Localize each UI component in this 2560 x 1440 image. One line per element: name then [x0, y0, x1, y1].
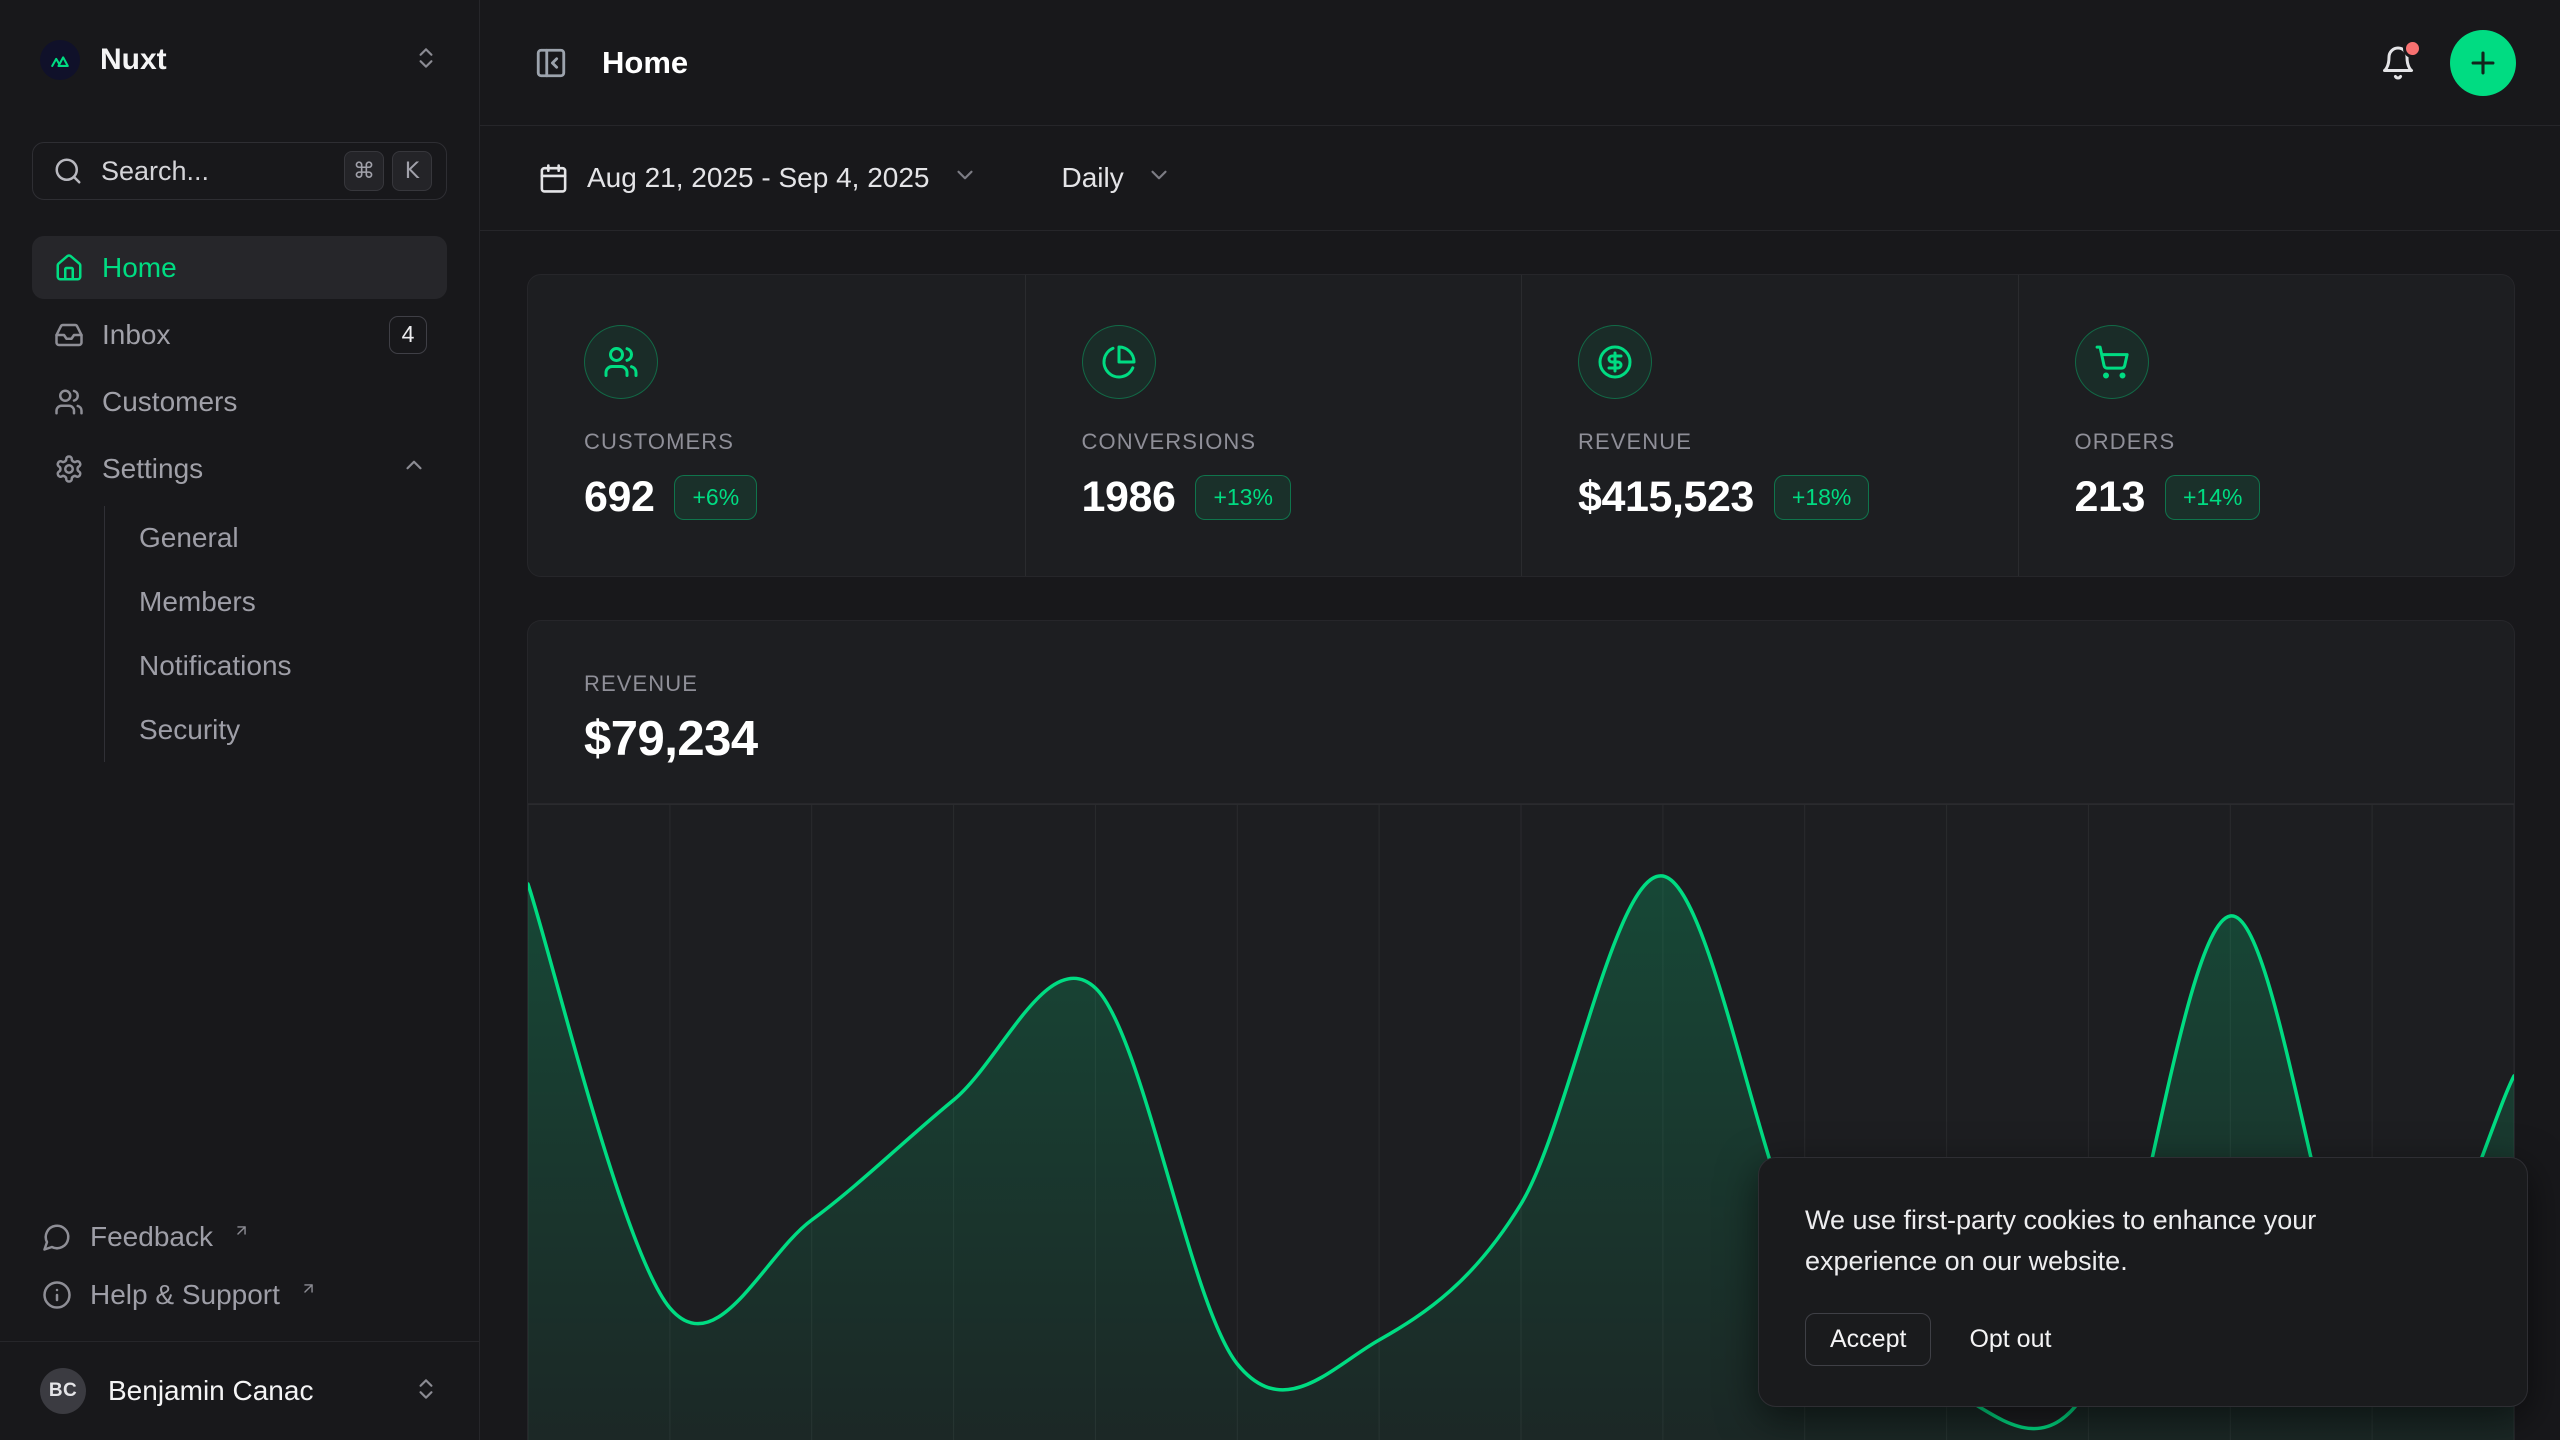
stat-value: 213 — [2075, 473, 2145, 522]
search-placeholder: Search... — [101, 156, 326, 187]
stat-delta-badge: +18% — [1774, 475, 1869, 520]
search-input[interactable]: Search... ⌘K — [32, 142, 447, 200]
chevron-down-icon — [952, 162, 978, 195]
subnav-label: Members — [139, 586, 256, 618]
optout-cookies-button[interactable]: Opt out — [1965, 1314, 2055, 1365]
stats-row: CUSTOMERS 692 +6% CONVERSIONS 1986 +13% — [527, 274, 2515, 577]
kbd-k: K — [392, 151, 432, 191]
sidebar: Nuxt Search... ⌘K Home — [0, 0, 480, 1440]
granularity-value: Daily — [1062, 162, 1124, 194]
cookie-banner: We use first-party cookies to enhance yo… — [1758, 1157, 2528, 1407]
subnav-label: Security — [139, 714, 240, 746]
stat-value: $415,523 — [1578, 473, 1754, 522]
avatar: BC — [40, 1368, 86, 1414]
sidebar-item-general[interactable]: General — [105, 506, 415, 570]
date-range-value: Aug 21, 2025 - Sep 4, 2025 — [587, 162, 930, 194]
revenue-card-value: $79,234 — [584, 711, 2458, 767]
sidebar-item-customers[interactable]: Customers — [32, 370, 447, 433]
sidebar-footer: Feedback Help & Support — [32, 1211, 447, 1321]
filters-toolbar: Aug 21, 2025 - Sep 4, 2025 Daily — [480, 126, 2560, 231]
collapse-sidebar-button[interactable] — [526, 38, 576, 88]
sidebar-item-help-support[interactable]: Help & Support — [32, 1269, 447, 1321]
nuxt-logo-icon — [40, 40, 80, 80]
stat-label: CONVERSIONS — [1082, 429, 1492, 455]
sidebar-item-inbox[interactable]: Inbox 4 — [32, 303, 447, 366]
settings-subnav: General Members Notifications Security — [104, 506, 415, 762]
chevrons-up-down-icon — [413, 45, 439, 76]
footer-link-label: Help & Support — [90, 1279, 280, 1311]
chevron-up-icon — [401, 452, 427, 485]
stat-card-customers: CUSTOMERS 692 +6% — [528, 275, 1025, 576]
search-icon — [53, 156, 83, 186]
workspace-switcher[interactable]: Nuxt — [32, 24, 447, 96]
page-header: Home — [480, 0, 2560, 126]
chevron-down-icon — [1146, 162, 1172, 195]
external-link-icon — [300, 1272, 317, 1304]
inbox-count-badge: 4 — [389, 316, 427, 354]
stat-label: CUSTOMERS — [584, 429, 995, 455]
add-button[interactable] — [2450, 30, 2516, 96]
workspace-name: Nuxt — [100, 43, 393, 77]
sidebar-item-home[interactable]: Home — [32, 236, 447, 299]
sidebar-item-notifications[interactable]: Notifications — [105, 634, 415, 698]
granularity-select[interactable]: Daily — [1050, 152, 1184, 205]
calendar-icon — [538, 163, 569, 194]
gear-icon — [54, 454, 84, 484]
stat-value: 1986 — [1082, 473, 1176, 522]
sidebar-item-label: Home — [102, 252, 427, 284]
stat-delta-badge: +13% — [1195, 475, 1290, 520]
revenue-card-label: REVENUE — [584, 671, 2458, 697]
user-name: Benjamin Canac — [108, 1375, 391, 1407]
user-menu[interactable]: BC Benjamin Canac — [0, 1342, 479, 1440]
message-circle-icon — [42, 1222, 72, 1252]
sidebar-item-label: Customers — [102, 386, 427, 418]
dashboard-app: Nuxt Search... ⌘K Home — [0, 0, 2560, 1440]
stat-card-conversions: CONVERSIONS 1986 +13% — [1025, 275, 1522, 576]
home-icon — [54, 253, 84, 283]
stat-label: ORDERS — [2075, 429, 2485, 455]
pie-chart-icon — [1082, 325, 1156, 399]
dollar-circle-icon — [1578, 325, 1652, 399]
external-link-icon — [233, 1214, 250, 1246]
stat-card-orders: ORDERS 213 +14% — [2018, 275, 2515, 576]
sidebar-nav: Home Inbox 4 Customers Settings — [32, 236, 447, 762]
notifications-button[interactable] — [2374, 39, 2422, 87]
subnav-label: Notifications — [139, 650, 292, 682]
sidebar-item-members[interactable]: Members — [105, 570, 415, 634]
page-title: Home — [602, 45, 688, 81]
info-circle-icon — [42, 1280, 72, 1310]
inbox-icon — [54, 320, 84, 350]
chevrons-up-down-icon — [413, 1376, 439, 1407]
stat-value: 692 — [584, 473, 654, 522]
sidebar-item-label: Settings — [102, 453, 383, 485]
sidebar-item-security[interactable]: Security — [105, 698, 415, 762]
sidebar-item-feedback[interactable]: Feedback — [32, 1211, 447, 1263]
stat-card-revenue: REVENUE $415,523 +18% — [1521, 275, 2018, 576]
date-range-picker[interactable]: Aug 21, 2025 - Sep 4, 2025 — [526, 152, 990, 205]
footer-link-label: Feedback — [90, 1221, 213, 1253]
cookie-message: We use first-party cookies to enhance yo… — [1805, 1200, 2445, 1281]
sidebar-item-label: Inbox — [102, 319, 371, 351]
stat-delta-badge: +6% — [674, 475, 757, 520]
subnav-label: General — [139, 522, 239, 554]
accept-cookies-button[interactable]: Accept — [1805, 1313, 1931, 1366]
kbd-meta: ⌘ — [344, 151, 384, 191]
notification-dot — [2403, 39, 2422, 58]
stat-label: REVENUE — [1578, 429, 1988, 455]
sidebar-item-settings[interactable]: Settings — [32, 437, 447, 500]
shopping-cart-icon — [2075, 325, 2149, 399]
users-icon — [584, 325, 658, 399]
users-icon — [54, 387, 84, 417]
stat-delta-badge: +14% — [2165, 475, 2260, 520]
